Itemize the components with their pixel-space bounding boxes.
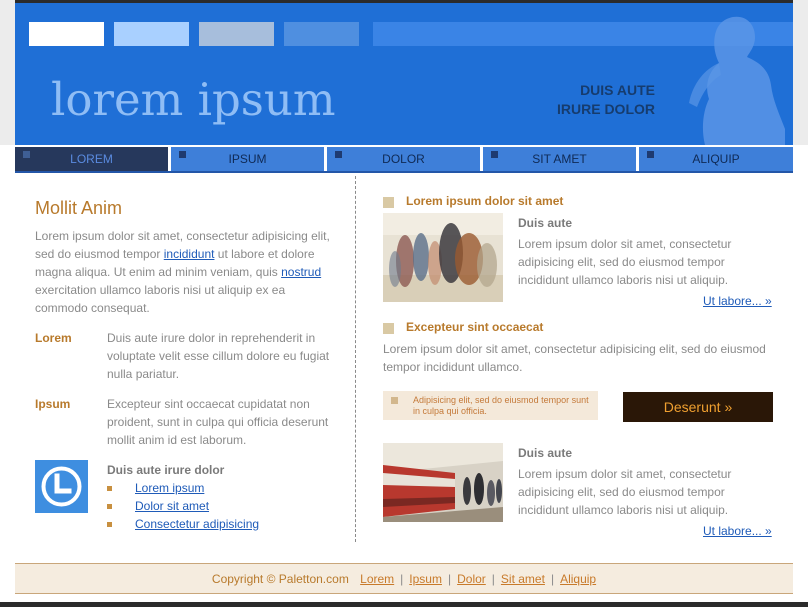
item-text: Lorem ipsum dolor sit amet, consectetur … <box>518 237 732 287</box>
site-title: lorem ipsum <box>51 73 336 126</box>
color-swatch-grey-blue <box>199 22 274 46</box>
train-photo <box>383 443 503 522</box>
section-title: Lorem ipsum dolor sit amet <box>406 194 564 208</box>
footer-link-dolor[interactable]: Dolor <box>457 572 486 586</box>
definition-text: Excepteur sint occaecat cupidatat non pr… <box>107 397 329 447</box>
nav-bullet-icon <box>179 151 186 158</box>
crowd-photo <box>383 213 503 302</box>
header-banner: lorem ipsum DUIS AUTE IRURE DOLOR <box>15 3 793 145</box>
bullet-icon <box>107 504 112 509</box>
bottom-border <box>0 602 808 607</box>
nav-label: SIT AMET <box>532 152 587 166</box>
section-title: Excepteur sint occaecat <box>406 320 544 334</box>
list-link-lorem-ipsum[interactable]: Lorem ipsum <box>135 481 204 495</box>
nav-item-aliquip[interactable]: ALIQUIP <box>639 147 793 171</box>
note-text: Adipisicing elit, sed do eiusmod tempor … <box>413 395 589 416</box>
footer-link-lorem[interactable]: Lorem <box>360 572 394 586</box>
intro-paragraph: Lorem ipsum dolor sit amet, consectetur … <box>35 227 335 317</box>
main-nav: LOREM IPSUM DOLOR SIT AMET ALIQUIP <box>15 145 793 173</box>
nav-item-dolor[interactable]: DOLOR <box>327 147 480 171</box>
footer-link-sit-amet[interactable]: Sit amet <box>501 572 545 586</box>
slogan-line-2: IRURE DOLOR <box>557 101 655 117</box>
nav-bullet-icon <box>647 151 654 158</box>
definition-term: Lorem <box>35 331 72 345</box>
item-heading: Duis aute <box>518 216 573 230</box>
nav-label: ALIQUIP <box>692 152 740 166</box>
section-text: Lorem ipsum dolor sit amet, consectetur … <box>383 342 766 374</box>
nav-bullet-icon <box>335 151 342 158</box>
nav-label: IPSUM <box>228 152 267 166</box>
nav-item-ipsum[interactable]: IPSUM <box>171 147 324 171</box>
section-bullet-icon <box>383 323 394 334</box>
bullet-icon <box>107 522 112 527</box>
slogan-line-1: DUIS AUTE <box>580 82 655 98</box>
item-text: Lorem ipsum dolor sit amet, consectetur … <box>518 467 732 517</box>
definition-text: Duis aute irure dolor in reprehenderit i… <box>107 331 330 381</box>
color-swatch-light-blue <box>114 22 189 46</box>
nav-item-sit-amet[interactable]: SIT AMET <box>483 147 636 171</box>
slogan: DUIS AUTE IRURE DOLOR <box>495 81 655 119</box>
copyright-text: Copyright © Paletton.com <box>211 572 349 586</box>
color-swatch-white <box>29 22 104 46</box>
list-link-consectetur[interactable]: Consectetur adipisicing <box>135 517 259 531</box>
right-margin <box>793 0 808 145</box>
footer-separator: | <box>550 572 555 586</box>
color-swatch-mid-blue <box>284 22 359 46</box>
woman-silhouette-image <box>689 16 785 145</box>
nav-label: LOREM <box>70 152 113 166</box>
nav-label: DOLOR <box>382 152 425 166</box>
section-bullet-icon <box>383 197 394 208</box>
footer-separator: | <box>447 572 452 586</box>
bullet-icon <box>107 486 112 491</box>
read-more-link[interactable]: Ut labore... » <box>703 294 772 308</box>
definition-term: Ipsum <box>35 397 71 411</box>
footer-link-aliquip[interactable]: Aliquip <box>560 572 596 586</box>
nav-item-lorem[interactable]: LOREM <box>15 147 168 171</box>
note-box: Adipisicing elit, sed do eiusmod tempor … <box>383 391 598 420</box>
item-heading: Duis aute <box>518 446 573 460</box>
left-margin <box>0 0 15 145</box>
deserunt-button[interactable]: Deserunt » <box>623 392 773 422</box>
nostrud-link[interactable]: nostrud <box>281 265 321 279</box>
footer: Copyright © Paletton.com Lorem | Ipsum | Dol… <box>15 563 793 594</box>
column-divider <box>355 176 356 542</box>
footer-link-ipsum[interactable]: Ipsum <box>409 572 442 586</box>
clock-icon <box>35 460 88 513</box>
nav-bullet-icon <box>491 151 498 158</box>
left-section-title: Mollit Anim <box>35 198 123 218</box>
read-more-link[interactable]: Ut labore... » <box>703 524 772 538</box>
footer-separator: | <box>400 572 404 586</box>
list-heading: Duis aute irure dolor <box>107 463 225 477</box>
list-link-dolor-sit-amet[interactable]: Dolor sit amet <box>135 499 209 513</box>
nav-bullet-icon <box>23 151 30 158</box>
incididunt-link[interactable]: incididunt <box>164 247 215 261</box>
note-bullet-icon <box>391 397 398 404</box>
footer-separator: | <box>491 572 495 586</box>
intro-text-3: exercitation ullamco laboris nisi ut ali… <box>35 283 286 315</box>
